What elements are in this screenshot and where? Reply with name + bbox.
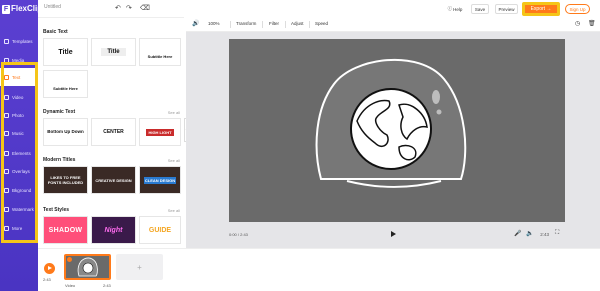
trash-icon[interactable]: 🗑 — [588, 20, 596, 27]
help-button[interactable]: ⓘ Help — [444, 4, 466, 14]
current-time: 0:00 / 2:43 — [229, 232, 248, 237]
toolbar-divider — [285, 21, 286, 28]
video-icon — [4, 94, 9, 100]
sidebar-item-music[interactable]: Music — [0, 124, 38, 142]
play-icon[interactable] — [391, 231, 396, 237]
text-icon — [4, 74, 9, 80]
music-icon — [4, 130, 9, 136]
more-icon — [4, 225, 9, 231]
elements-icon — [4, 150, 9, 156]
watermark-icon — [4, 206, 9, 212]
see-all-modern[interactable]: See all — [168, 158, 180, 163]
overlays-icon — [4, 168, 9, 174]
brand-logo: F FlexClip — [2, 4, 43, 14]
transform-button[interactable]: Transform — [236, 21, 256, 26]
text-tile-center[interactable]: CENTER — [91, 118, 136, 146]
zoom-select[interactable]: 100% — [208, 21, 220, 26]
toolbar-divider — [262, 21, 263, 28]
photo-icon — [4, 112, 9, 118]
sidebar-item-overlays[interactable]: Overlays — [0, 162, 38, 180]
toolbar-divider — [230, 21, 231, 28]
text-tile-highlight[interactable]: HIGH LIGHT — [139, 118, 181, 146]
player-controls: 0:00 / 2:43 🎤 🔈 2:43 ⛶ — [229, 230, 565, 240]
sidebar-item-media[interactable]: Media — [0, 51, 38, 69]
timeline-total-time: 2:43 — [43, 277, 51, 282]
video-canvas[interactable] — [229, 39, 565, 222]
text-tile-bottom-up[interactable]: Bottom Up Down — [43, 118, 88, 146]
text-tile-subtitle-2[interactable]: Subtitle Here — [43, 70, 88, 98]
timeline: 2:43 Video 2:43 + — [38, 248, 600, 291]
signup-button[interactable]: Sign Up — [565, 4, 590, 14]
text-tile-free-fonts[interactable]: LIKES TO FREE FONTS INCLUDED — [43, 166, 88, 194]
library-topbar: Untitled ↶ ↷ ⌫ — [38, 0, 184, 18]
clip-thumbnail — [77, 257, 98, 277]
fullscreen-icon[interactable]: ⛶ — [555, 230, 559, 237]
sidebar-item-bkground[interactable]: Bkground — [0, 181, 38, 199]
preview-button[interactable]: Preview — [495, 4, 518, 14]
text-tile-subtitle[interactable]: Subtitle Here — [139, 38, 181, 66]
mic-icon[interactable]: 🎤 — [514, 230, 521, 237]
cut-icon[interactable]: ⌫ — [140, 4, 150, 12]
globe-dome-illustration — [315, 58, 467, 188]
adjust-button[interactable]: Adjust — [291, 21, 304, 26]
templates-icon — [4, 38, 9, 44]
text-tile-title[interactable]: Title — [43, 38, 88, 66]
project-title-input[interactable]: Untitled — [44, 4, 114, 14]
export-button[interactable]: Export → — [522, 2, 560, 16]
text-tile-creative-design[interactable]: CREATIVE DESIGN — [91, 166, 136, 194]
text-tile-clean-design[interactable]: CLEAN DESIGN — [139, 166, 181, 194]
sidebar: F FlexClip Templates Media Text Video Pho… — [0, 0, 43, 291]
toolbar-divider — [309, 21, 310, 28]
sidebar-item-video[interactable]: Video — [0, 88, 38, 106]
text-tile-guide[interactable]: GUIDE — [139, 216, 181, 244]
redo-icon[interactable]: ↷ — [126, 4, 132, 12]
duration-label: 2:43 — [540, 232, 549, 237]
speed-button[interactable]: Speed — [315, 21, 328, 26]
sidebar-item-watermark[interactable]: Watermark — [0, 200, 38, 218]
plus-icon: + — [137, 262, 142, 272]
undo-icon[interactable]: ↶ — [115, 4, 121, 12]
clip-label: Video — [65, 283, 76, 288]
filter-button[interactable]: Filter — [269, 21, 279, 26]
section-basic-text: Basic Text — [43, 29, 68, 35]
sidebar-item-templates[interactable]: Templates — [0, 32, 38, 50]
sidebar-item-photo[interactable]: Photo — [0, 106, 38, 124]
history-icon[interactable]: ◷ — [575, 20, 580, 27]
background-icon — [4, 187, 9, 193]
app-root: F FlexClip Templates Media Text Video Pho… — [0, 0, 600, 291]
text-tile-title-box[interactable]: Title — [91, 38, 136, 66]
text-tile-night[interactable]: Night — [91, 216, 136, 244]
clip-badge — [67, 257, 72, 262]
help-icon: ⓘ — [447, 6, 453, 11]
save-button[interactable]: Save — [471, 4, 489, 14]
edit-toolbar: 🔊 100% Transform Filter Adjust Speed ◷ 🗑 — [186, 18, 600, 32]
volume-icon[interactable]: 🔈 — [526, 230, 533, 237]
timeline-play-button[interactable] — [44, 263, 55, 274]
media-icon — [4, 57, 9, 63]
section-dynamic-text: Dynamic Text — [43, 109, 76, 115]
see-all-styles[interactable]: See all — [168, 208, 180, 213]
top-bar: ⓘ Help Save Preview Export → Sign Up — [186, 0, 600, 18]
sidebar-item-text[interactable]: Text — [0, 68, 38, 86]
timeline-clip[interactable] — [64, 254, 111, 280]
section-modern-titles: Modern Titles — [43, 157, 76, 163]
text-tile-shadow[interactable]: SHADOW — [43, 216, 88, 244]
clip-duration: 2:43 — [103, 283, 111, 288]
add-clip-button[interactable]: + — [116, 254, 163, 280]
sidebar-item-elements[interactable]: Elements — [0, 144, 38, 162]
sidebar-item-more[interactable]: More — [0, 219, 38, 237]
see-all-dynamic[interactable]: See all — [168, 110, 180, 115]
volume-icon[interactable]: 🔊 — [192, 20, 199, 27]
section-text-styles: Text Styles — [43, 207, 70, 213]
